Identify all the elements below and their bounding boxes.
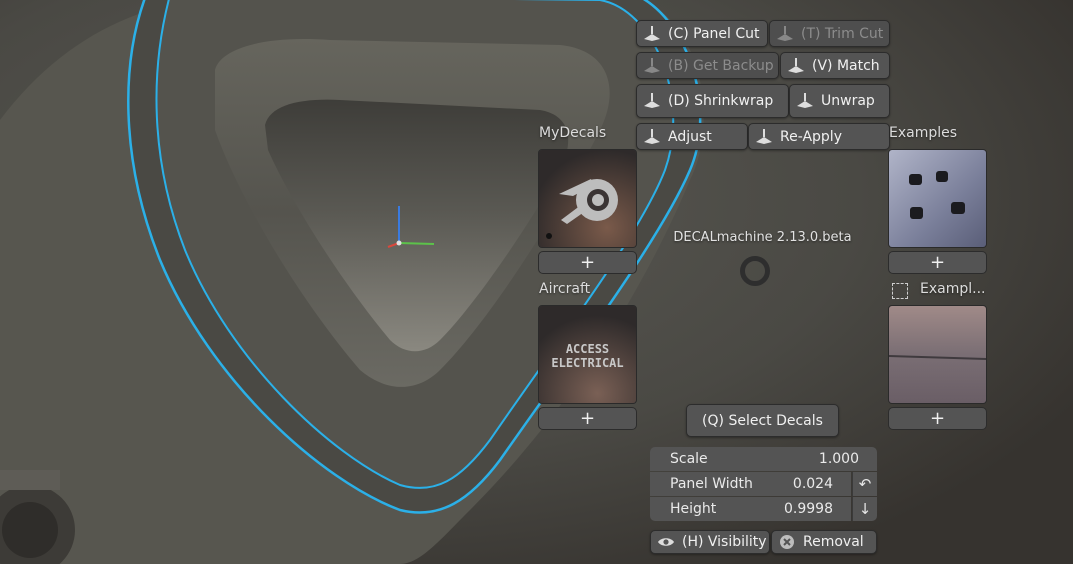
decal-tool-icon: [772, 25, 798, 42]
panel-width-field[interactable]: Panel Width 0.024: [650, 472, 851, 496]
decal-tool-icon: [783, 57, 809, 74]
reset-icon[interactable]: ↶: [852, 472, 877, 496]
properties-panel: Scale 1.000 Panel Width 0.024 ↶ Height 0…: [650, 447, 877, 522]
decal-text-line2: ELECTRICAL: [551, 356, 624, 370]
version-label: DECALmachine 2.13.0.beta: [673, 230, 852, 245]
adjust-button[interactable]: Adjust: [636, 123, 748, 150]
pie-center-ring: [740, 256, 770, 286]
trim-cut-button[interactable]: (T) Trim Cut: [769, 20, 890, 47]
removal-label: Removal: [803, 534, 864, 550]
library-title-mydecals: MyDecals: [539, 125, 607, 141]
remove-circle-icon: [774, 534, 800, 550]
decal-tool-icon: [639, 93, 665, 109]
decal-thumbnail-blender[interactable]: [538, 149, 637, 248]
get-backup-label: (B) Get Backup: [668, 57, 774, 74]
add-decal-examples-button[interactable]: +: [888, 251, 987, 274]
scale-label: Scale: [670, 451, 708, 467]
decal-tool-icon: [751, 128, 777, 145]
panel-width-label: Panel Width: [670, 476, 753, 492]
decal-thumbnail-example-holes[interactable]: [888, 149, 987, 248]
decal-thumbnail-example-panel[interactable]: [888, 305, 987, 404]
decal-tool-icon: [639, 57, 665, 74]
height-field[interactable]: Height 0.9998: [650, 497, 851, 521]
select-box-icon[interactable]: [892, 283, 908, 299]
reapply-label: Re-Apply: [780, 128, 842, 145]
scale-field[interactable]: Scale 1.000: [650, 447, 877, 471]
decal-tool-icon: [792, 93, 818, 109]
add-decal-aircraft-button[interactable]: +: [538, 407, 637, 430]
library-title-aircraft: Aircraft: [539, 281, 591, 297]
scale-value: 1.000: [818, 451, 859, 467]
blender-logo-icon: [539, 150, 636, 247]
shrinkwrap-label: (D) Shrinkwrap: [668, 93, 774, 109]
unwrap-label: Unwrap: [821, 93, 875, 109]
decal-text-line1: ACCESS: [565, 342, 610, 356]
arrow-down-icon[interactable]: ↓: [852, 497, 877, 521]
add-decal-examples2-button[interactable]: +: [888, 407, 987, 430]
library-title-examples2: Exampl...: [920, 281, 986, 297]
unwrap-button[interactable]: Unwrap: [789, 84, 890, 118]
decal-tool-icon: [639, 128, 665, 145]
decal-tool-icon: [639, 25, 665, 42]
trim-cut-label: (T) Trim Cut: [801, 25, 884, 42]
height-label: Height: [670, 501, 717, 517]
adjust-label: Adjust: [668, 128, 712, 145]
removal-button[interactable]: Removal: [771, 530, 877, 554]
height-value: 0.9998: [784, 501, 833, 517]
reapply-button[interactable]: Re-Apply: [748, 123, 890, 150]
decal-thumbnail-access-electrical[interactable]: ACCESS ELECTRICAL: [538, 305, 637, 404]
visibility-label: (H) Visibility: [682, 534, 767, 550]
match-label: (V) Match: [812, 57, 880, 74]
panel-cut-label: (C) Panel Cut: [668, 25, 760, 42]
add-decal-mydecals-button[interactable]: +: [538, 251, 637, 274]
panel-cut-button[interactable]: (C) Panel Cut: [636, 20, 768, 47]
panel-width-value: 0.024: [792, 476, 833, 492]
visibility-button[interactable]: (H) Visibility: [650, 530, 770, 554]
library-title-examples: Examples: [889, 125, 958, 141]
shrinkwrap-button[interactable]: (D) Shrinkwrap: [636, 84, 789, 118]
3d-viewport[interactable]: [0, 0, 1073, 564]
match-button[interactable]: (V) Match: [780, 52, 890, 79]
select-decals-button[interactable]: (Q) Select Decals: [686, 404, 839, 437]
eye-icon: [653, 536, 679, 548]
get-backup-button[interactable]: (B) Get Backup: [636, 52, 779, 79]
